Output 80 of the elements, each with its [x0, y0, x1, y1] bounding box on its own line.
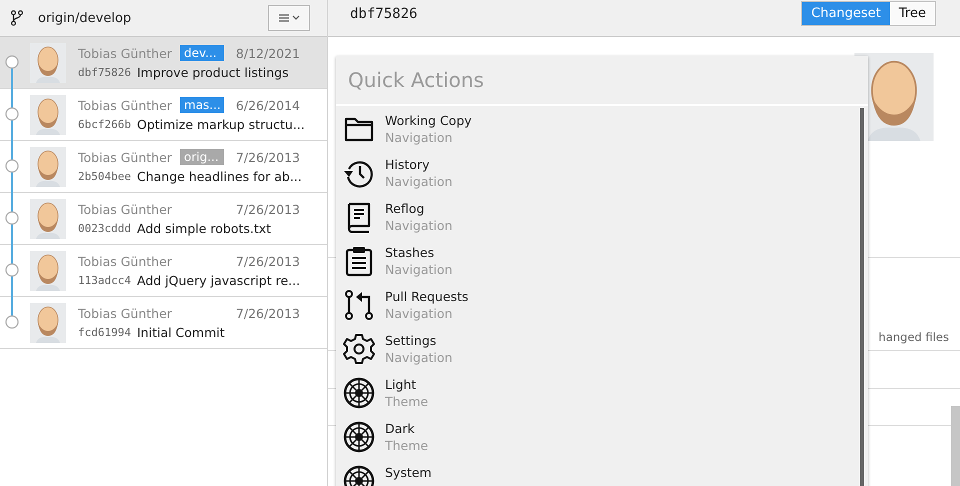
- commit-hash: 6bcf266b: [78, 118, 131, 131]
- quick-action-item[interactable]: Reflog Navigation: [336, 197, 868, 241]
- action-category: Navigation: [385, 217, 452, 234]
- branch-tag: mas...: [180, 97, 224, 113]
- action-label: History: [385, 157, 430, 173]
- action-label: System: [385, 465, 432, 481]
- scrollbar-thumb[interactable]: [860, 108, 864, 486]
- avatar-icon: [30, 94, 66, 134]
- commit-hash: fcd61994: [78, 326, 131, 338]
- commit-hash: dbf75826: [78, 66, 131, 79]
- action-label: Reflog: [385, 201, 426, 217]
- author-name: Tobias Günther: [78, 46, 173, 60]
- quick-action-item[interactable]: Pull Requests Navigation: [336, 285, 868, 329]
- menu-icon: [278, 13, 300, 23]
- quick-action-item[interactable]: Light Theme: [336, 373, 868, 417]
- action-label: Settings: [385, 333, 438, 349]
- commit-row[interactable]: Tobias Günther 7/26/2013 113adcc4 Add jQuery javascript re...: [0, 245, 327, 297]
- commit-hash: 113adcc4: [78, 274, 131, 286]
- pull-request-icon: [343, 289, 375, 321]
- author-name: Tobias Günther: [78, 254, 173, 268]
- commit-message: Add jQuery javascript re...: [136, 272, 300, 288]
- quick-action-item[interactable]: Stashes Navigation: [336, 241, 868, 285]
- commit-message: Add simple robots.txt: [136, 220, 272, 236]
- commit-date: 7/26/2013: [236, 150, 300, 164]
- commit-message: Improve product listings: [136, 65, 289, 80]
- action-label: Pull Requests: [385, 289, 468, 305]
- commit-message: Change headlines for ab...: [136, 169, 302, 184]
- commit-hash: 0023cddd: [78, 222, 131, 234]
- branch-tag: dev...: [180, 45, 224, 61]
- branch-tag: orig...: [180, 149, 224, 165]
- action-category: Navigation: [385, 173, 452, 190]
- commit-date: 6/26/2014: [236, 98, 300, 112]
- commit-hash: dbf75826: [350, 6, 418, 22]
- view-tab[interactable]: Tree: [890, 2, 935, 25]
- action-label: Light: [385, 377, 418, 393]
- action-category: Navigation: [385, 129, 454, 146]
- quick-action-item[interactable]: History Navigation: [336, 153, 868, 197]
- avatar-icon: [30, 42, 66, 82]
- commit-date: 7/26/2013: [236, 202, 300, 216]
- view-menu-button[interactable]: [268, 5, 310, 31]
- quick-action-item[interactable]: Dark Theme: [336, 417, 868, 461]
- avatar-icon: [30, 302, 66, 342]
- commit-row[interactable]: Tobias Günther dev... 8/12/2021 dbf75826 Improve product listings: [0, 37, 327, 89]
- commit-row[interactable]: Tobias Günther mas... 6/26/2014 6bcf266b Optimize markup structu...: [0, 89, 327, 141]
- branch-icon: [10, 9, 24, 27]
- avatar-icon: [30, 250, 66, 290]
- action-label: Stashes: [385, 245, 436, 261]
- commit-date: 8/12/2021: [236, 46, 300, 60]
- action-category: Navigation: [385, 305, 454, 322]
- author-name: Tobias Günther: [78, 150, 173, 164]
- author-name: Tobias Günther: [78, 202, 173, 216]
- changed-files-label: hanged files: [878, 330, 949, 346]
- avatar-icon: [30, 198, 66, 238]
- author-name: Tobias Günther: [78, 306, 173, 320]
- panel-title: Quick Actions: [348, 68, 484, 92]
- author-name: Tobias Günther: [78, 98, 173, 112]
- scrollbar-thumb[interactable]: [951, 406, 960, 486]
- quick-action-item[interactable]: Working Copy Navigation: [336, 109, 868, 153]
- action-category: Theme: [385, 393, 428, 410]
- commit-row[interactable]: Tobias Günther 7/26/2013 fcd61994 Initial Commit: [0, 297, 327, 349]
- commit-message: Initial Commit: [136, 324, 225, 340]
- action-label: Dark: [385, 421, 416, 437]
- action-category: Theme: [385, 437, 428, 454]
- quick-action-item[interactable]: System: [336, 461, 868, 486]
- commit-message: Optimize markup structu...: [136, 117, 305, 132]
- theme-icon: [343, 421, 375, 453]
- avatar-icon: [30, 146, 66, 186]
- commit-date: 7/26/2013: [236, 306, 300, 320]
- action-category: Navigation: [385, 261, 452, 278]
- clipboard-icon: [343, 245, 375, 277]
- commit-row[interactable]: Tobias Günther orig... 7/26/2013 2b504bee Change headlines for ab...: [0, 141, 327, 193]
- commit-date: 7/26/2013: [236, 254, 300, 268]
- settings-icon: [343, 333, 375, 365]
- commit-hash: 2b504bee: [78, 170, 131, 183]
- theme-icon: [343, 377, 375, 409]
- commit-row[interactable]: Tobias Günther 7/26/2013 0023cddd Add simple robots.txt: [0, 193, 327, 245]
- action-label: Working Copy: [385, 113, 472, 129]
- action-category: Navigation: [385, 349, 452, 366]
- branch-name: origin/develop: [38, 10, 132, 26]
- quick-action-item[interactable]: Settings Navigation: [336, 329, 868, 373]
